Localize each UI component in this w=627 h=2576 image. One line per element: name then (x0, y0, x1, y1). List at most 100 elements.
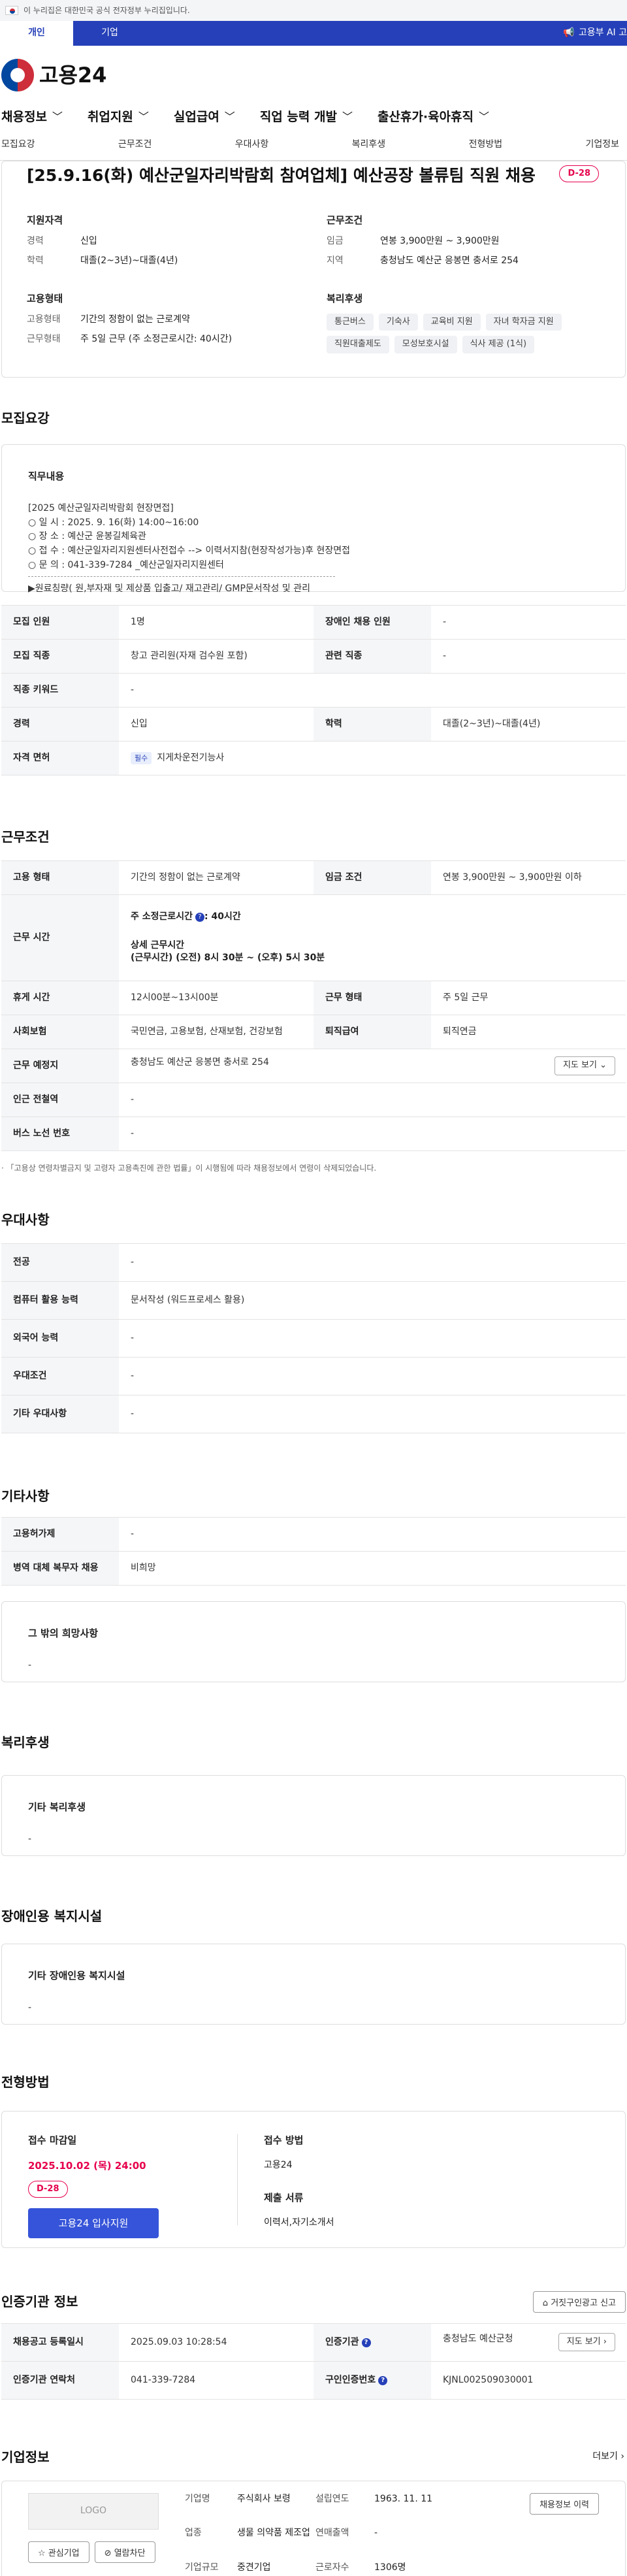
korea-flag-icon (5, 6, 18, 15)
apply-dday-badge: D-28 (28, 2180, 68, 2198)
section-welfare-title: 복리후생 (1, 1734, 50, 1750)
welfare-tag: 식사 제공 (1식) (462, 336, 535, 353)
apply-docs: 이력서,자기소개서 (264, 2217, 334, 2228)
job-content-duties: ▶원료칭량( 원,부자재 및 제상품 입출고/ 재고관리/ GMP문서작성 및 … (28, 583, 310, 595)
recruit-job: 창고 관리원(자재 검수원 포함) (119, 639, 314, 674)
etc-hope-box: 그 밖의 희망사항 - (1, 1601, 626, 1682)
home-icon: ⌂ (542, 2298, 549, 2308)
info-icon[interactable]: ? (378, 2375, 388, 2385)
welfare-tag: 통근버스 (327, 314, 374, 331)
cert-map-button[interactable]: 지도 보기 › (558, 2333, 615, 2352)
apply-button[interactable]: 고용24 입사지원 (28, 2208, 159, 2238)
report-false-ad-button[interactable]: ⌂ 거짓구인광고 신고 (532, 2291, 626, 2313)
welfare-tag: 모성보호시설 (394, 336, 457, 353)
age-notice: · 「고용상 연령차별금지 및 고령자 고용촉진에 관한 법률」이 시행됨에 따… (1, 1164, 377, 1173)
cert-org: 충청남도 예산군청 (443, 2334, 513, 2345)
detail-work-hours: (근무시간) (오전) 8시 30분 ~ (오후) 5시 30분 (131, 953, 325, 964)
job-history-button[interactable]: 채용정보 이력 (530, 2492, 599, 2515)
job-content-box: 직무내용 [2025 예산군일자리박람회 현장면접] ○ 일 시 : 2025.… (1, 444, 626, 594)
nav-parental-leave[interactable]: 출산휴가·육아휴직 ﹀ (378, 108, 489, 126)
welfare-tag: 기숙사 (378, 314, 418, 331)
recruit-table: 모집 인원 1명 장애인 채용 인원 - 모집 직종 창고 관리원(자재 검수원 포함)… (1, 605, 626, 775)
job-summary-card: [25.9.16(화) 예산군일자리박람회 참여업체] 예산공장 볼류팀 직원 … (1, 161, 626, 378)
anchor-tabs: 모집요강 근무조건 우대사항 복리후생 전형방법 기업정보 (0, 129, 627, 161)
registered-at: 2025.09.03 10:28:54 (119, 2323, 314, 2362)
cert-number: KJNL002509030001 (431, 2360, 626, 2400)
gov-banner-text: 이 누리집은 대한민국 공식 전자정부 누리집입니다. (24, 5, 190, 15)
company-name: 주식회사 보령 (237, 2493, 291, 2504)
logo-text: 고용24 (39, 62, 107, 88)
block-icon: ⊘ (104, 2548, 112, 2558)
required-badge: 필수 (131, 751, 152, 765)
recruit-count: 1명 (119, 605, 314, 640)
employment-type-heading: 고용형태 (27, 293, 63, 305)
gov-banner: 이 누리집은 대한민국 공식 전자정부 누리집입니다. (0, 0, 627, 21)
tab-company[interactable]: 기업 (73, 21, 146, 46)
wage-condition: 연봉 3,900만원 ~ 3,900만원 이하 (431, 860, 626, 895)
favorite-company-button[interactable]: ☆ 관심기업 (28, 2541, 89, 2563)
nav-unemployment-benefit[interactable]: 실업급여 ﹀ (174, 108, 235, 126)
work-place: 충청남도 예산군 응봉면 충서로 254 (131, 1057, 269, 1068)
company-employees: 1306명 (374, 2562, 406, 2573)
map-view-button[interactable]: 지도 보기 ⌄ (554, 1056, 615, 1075)
cert-table: 채용공고 등록일시 2025.09.03 10:28:54 인증기관? 충청남도 예산… (1, 2323, 626, 2400)
anchor-welfare[interactable]: 복리후생 (352, 139, 386, 152)
top-bar: 개인 기업 📢 고용부 AI 고 (0, 21, 627, 46)
section-company-title: 기업정보 (1, 2449, 50, 2465)
preference-table: 전공 - 컴퓨터 활용 능력 문서작성 (워드프로세스 활용) 외국어 능력 - 우대… (1, 1243, 626, 1433)
site-logo[interactable]: 고용24 (0, 46, 627, 105)
apply-card: 접수 마감일 2025.10.02 (목) 24:00 D-28 고용24 입사… (1, 2110, 626, 2248)
company-card: LOGO ☆ 관심기업 ⊘ 열람차단 기업명 주식회사 보령 설립연도 1963. … (1, 2480, 626, 2576)
more-link[interactable]: 더보기 › (592, 2451, 624, 2464)
welfare-box: 기타 복리후생 - (1, 1774, 626, 1856)
anchor-selection[interactable]: 전형방법 (469, 139, 503, 152)
section-disabled-title: 장애인용 복지시설 (1, 1908, 103, 1924)
anchor-recruit[interactable]: 모집요강 (1, 139, 35, 152)
info-icon[interactable]: ? (361, 2338, 371, 2347)
dday-badge: D-28 (559, 165, 599, 183)
star-icon: ☆ (38, 2548, 46, 2558)
conditions-heading: 근무조건 (327, 214, 363, 226)
chevron-down-icon: ﹀ (342, 110, 353, 123)
license-value: 지게차운전기능사 (157, 752, 225, 763)
career-value: 신입 (80, 236, 97, 246)
computer-skill: 문서작성 (워드프로세스 활용) (119, 1280, 626, 1320)
moel-ai-link[interactable]: 📢 고용부 AI 고 (563, 21, 627, 46)
anchor-preference[interactable]: 우대사항 (235, 139, 269, 152)
info-icon[interactable]: ? (195, 913, 205, 922)
section-cert-title: 인증기관 정보 (1, 2294, 78, 2310)
taegeuk-logo-icon (1, 59, 34, 91)
anchor-conditions[interactable]: 근무조건 (118, 139, 152, 152)
chevron-down-icon: ﹀ (224, 110, 235, 123)
region-value: 충청남도 예산군 응봉면 충서로 254 (380, 255, 519, 266)
nav-job-info[interactable]: 채용정보 ﹀ (1, 108, 63, 126)
work-type-value: 주 5일 근무 (주 소정근로시간: 40시간) (80, 333, 233, 344)
welfare-tag: 직원대출제도 (327, 336, 389, 353)
tab-personal[interactable]: 개인 (0, 21, 73, 46)
disabled-box: 기타 장애인용 복지시설 - (1, 1943, 626, 2025)
chevron-down-icon: ﹀ (52, 110, 63, 123)
company-industry: 생물 의약품 제조업 (237, 2528, 310, 2539)
job-content-heading: 직무내용 (28, 470, 65, 482)
conditions-table: 고용 형태 기간의 정함이 없는 근로계약 임금 조건 연봉 3,900만원 ~ 3,… (1, 860, 626, 1151)
section-preference-title: 우대사항 (1, 1211, 50, 1228)
employment-type-value: 기간의 정함이 없는 근로계약 (80, 314, 190, 325)
company-info-grid: 기업명 주식회사 보령 설립연도 1963. 11. 11 업종 생물 의약품 제조업… (185, 2493, 453, 2576)
block-view-button[interactable]: ⊘ 열람차단 (94, 2541, 155, 2563)
job-content-text: [2025 예산군일자리박람회 현장면접] ○ 일 시 : 2025. 9. 1… (28, 503, 350, 570)
section-etc-title: 기타사항 (1, 1488, 50, 1504)
welfare-tag: 자녀 학자금 지원 (485, 314, 562, 331)
chevron-right-icon: › (603, 2337, 607, 2347)
qualification-heading: 지원자격 (27, 214, 63, 226)
chevron-down-icon: ⌄ (600, 1060, 607, 1071)
section-apply-title: 전형방법 (1, 2074, 50, 2090)
cert-tel: 041-339-7284 (119, 2360, 314, 2400)
anchor-company[interactable]: 기업정보 (585, 139, 619, 152)
wage-value: 연봉 3,900만원 ~ 3,900만원 (380, 236, 500, 246)
chevron-down-icon: ﹀ (479, 110, 490, 123)
nav-skill-dev[interactable]: 직업 능력 개발 ﹀ (260, 108, 353, 126)
section-conditions-title: 근무조건 (1, 829, 50, 845)
nav-employment-support[interactable]: 취업지원 ﹀ (88, 108, 149, 126)
megaphone-icon: 📢 (563, 27, 575, 39)
apply-method: 고용24 (264, 2159, 293, 2170)
